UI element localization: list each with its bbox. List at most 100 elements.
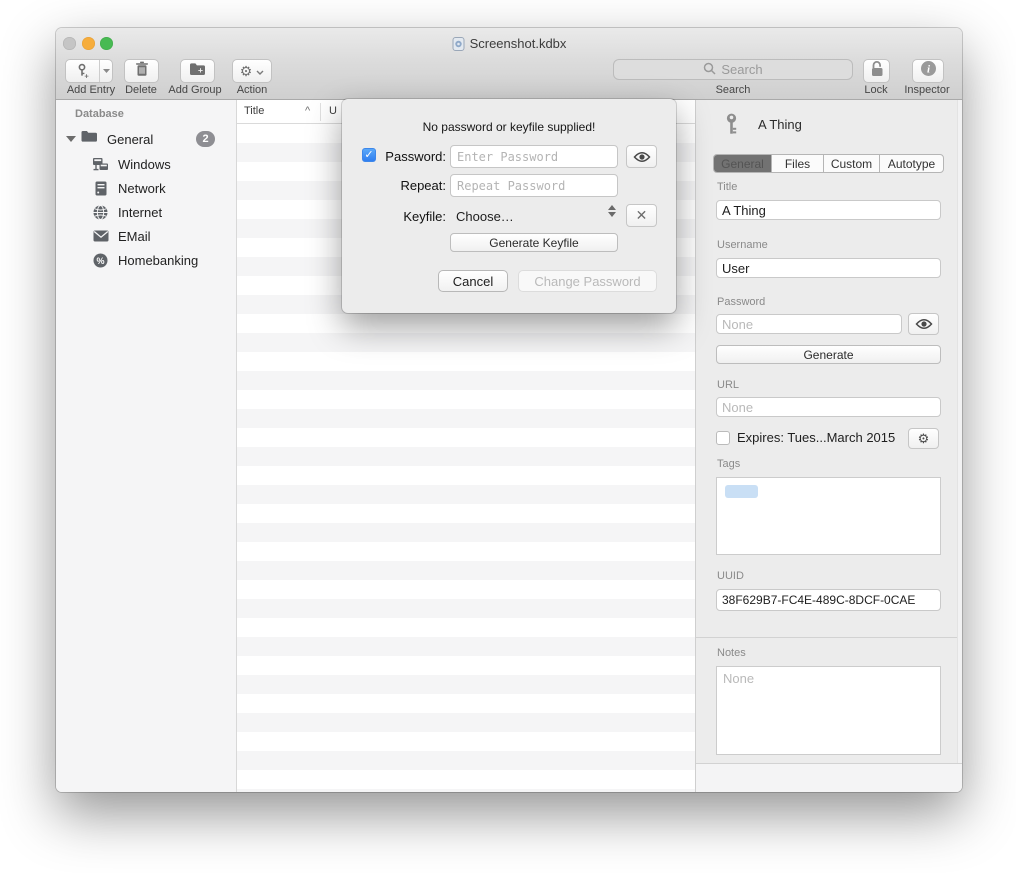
title-label: Title: [717, 181, 737, 193]
repeat-password-input[interactable]: [450, 174, 618, 197]
expires-label: Expires: Tues...March 2015: [737, 430, 895, 445]
screen: Screenshot.kdbx + Add Entry Delete: [0, 0, 1016, 873]
dialog-password-label: Password:: [356, 149, 446, 164]
window-title: Screenshot.kdbx: [470, 36, 567, 51]
disclosure-triangle-icon[interactable]: [66, 136, 76, 142]
expires-checkbox[interactable]: [716, 431, 730, 445]
tags-label: Tags: [717, 458, 740, 470]
uuid-field[interactable]: [716, 589, 941, 611]
cancel-button[interactable]: Cancel: [438, 270, 508, 292]
action-label: Action: [237, 84, 268, 96]
key-icon: [723, 113, 740, 136]
delete-button[interactable]: [124, 59, 159, 83]
tab-general[interactable]: General: [714, 155, 772, 172]
reveal-password-button[interactable]: [908, 313, 939, 335]
lock-open-icon: [869, 60, 885, 83]
svg-text:%: %: [96, 255, 104, 265]
svg-text:+: +: [84, 71, 89, 79]
entry-title: A Thing: [758, 117, 802, 132]
eye-icon: [915, 318, 933, 330]
generate-keyfile-button[interactable]: Generate Keyfile: [450, 233, 618, 252]
column-header-username[interactable]: U: [329, 105, 337, 117]
action-button[interactable]: ⚙: [232, 59, 272, 83]
add-group-button[interactable]: +: [180, 59, 215, 83]
sidebar-item-label: Internet: [118, 205, 162, 220]
sidebar-item-general[interactable]: General 2: [56, 128, 236, 150]
keyfile-popup[interactable]: Choose…: [456, 209, 514, 224]
key-plus-icon: +: [66, 63, 99, 79]
column-header-title[interactable]: Title: [244, 105, 264, 117]
inspector-footer: [696, 764, 962, 792]
dialog-keyfile-label: Keyfile:: [356, 209, 446, 224]
change-password-dialog: No password or keyfile supplied! ✓ Passw…: [342, 99, 676, 313]
add-entry-label: Add Entry: [67, 84, 115, 96]
inspector-label: Inspector: [904, 84, 949, 96]
change-password-button[interactable]: Change Password: [518, 270, 657, 292]
sort-ascending-icon[interactable]: ^: [305, 105, 310, 117]
username-field[interactable]: [716, 258, 941, 278]
sidebar-item-label: Homebanking: [118, 253, 198, 268]
tab-files[interactable]: Files: [772, 155, 824, 172]
gear-icon: ⚙: [240, 64, 253, 78]
entry-count-badge: 2: [196, 131, 215, 147]
sidebar-item-homebanking[interactable]: % Homebanking: [56, 249, 236, 271]
sidebar-item-windows[interactable]: Windows: [56, 153, 236, 175]
clear-keyfile-button[interactable]: ✕: [626, 204, 657, 227]
notes-label: Notes: [717, 647, 746, 659]
username-label: Username: [717, 239, 768, 251]
folder-plus-icon: +: [189, 62, 206, 81]
title-field[interactable]: [716, 200, 941, 220]
search-icon: [703, 62, 716, 78]
tags-box[interactable]: [716, 477, 941, 555]
delete-label: Delete: [125, 84, 157, 96]
envelope-icon: [92, 230, 109, 242]
enter-password-input[interactable]: [450, 145, 618, 168]
add-entry-button[interactable]: +: [65, 59, 113, 83]
svg-text:+: +: [198, 65, 203, 75]
folder-icon: [81, 130, 98, 148]
url-label: URL: [717, 379, 739, 391]
inspector-panel: A Thing General Files Custom Autotype Ti…: [695, 100, 962, 792]
show-password-button[interactable]: [626, 145, 657, 168]
sidebar-item-internet[interactable]: Internet: [56, 201, 236, 223]
close-x-icon: ✕: [636, 207, 648, 224]
search-label: Search: [716, 84, 751, 96]
uuid-label: UUID: [717, 570, 744, 582]
tab-custom[interactable]: Custom: [824, 155, 880, 172]
sidebar-item-email[interactable]: EMail: [56, 225, 236, 247]
windows-icon: [92, 157, 109, 172]
chevron-down-icon: [256, 62, 264, 80]
search-input[interactable]: Search: [613, 59, 853, 80]
tab-autotype[interactable]: Autotype: [880, 155, 943, 172]
chevron-down-icon[interactable]: [100, 69, 112, 73]
sidebar-item-network[interactable]: Network: [56, 177, 236, 199]
lock-label: Lock: [864, 84, 887, 96]
url-field[interactable]: [716, 397, 941, 417]
password-label: Password: [717, 296, 765, 308]
eye-icon: [633, 151, 651, 163]
sidebar-item-label: Windows: [118, 157, 171, 172]
add-group-label: Add Group: [168, 84, 221, 96]
sidebar-item-label: EMail: [118, 229, 151, 244]
generate-password-button[interactable]: Generate: [716, 345, 941, 364]
expires-settings-button[interactable]: ⚙: [908, 428, 939, 449]
column-divider[interactable]: [320, 103, 321, 121]
trash-icon: [135, 61, 149, 82]
titlebar: Screenshot.kdbx: [56, 35, 962, 52]
window-chrome: Screenshot.kdbx + Add Entry Delete: [56, 28, 962, 100]
inspector-button[interactable]: i: [912, 59, 944, 83]
lock-button[interactable]: [863, 59, 890, 83]
sidebar-item-label: General: [107, 132, 153, 147]
server-icon: [92, 181, 109, 196]
stepper-icon[interactable]: [608, 205, 616, 217]
dialog-message: No password or keyfile supplied!: [342, 120, 676, 134]
dialog-repeat-label: Repeat:: [356, 178, 446, 193]
globe-icon: [92, 205, 109, 220]
search-placeholder: Search: [721, 62, 762, 77]
scrollbar-track[interactable]: [957, 100, 962, 763]
sidebar-section-header: Database: [75, 108, 124, 120]
tag-pill[interactable]: [725, 485, 758, 498]
notes-field[interactable]: [716, 666, 941, 755]
section-divider: [696, 637, 962, 638]
password-field[interactable]: [716, 314, 902, 334]
